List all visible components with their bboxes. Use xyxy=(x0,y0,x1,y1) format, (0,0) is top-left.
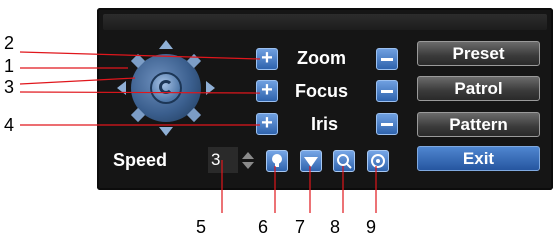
callout-line-2 xyxy=(19,51,261,60)
callout-7: 7 xyxy=(295,217,306,237)
callout-9: 9 xyxy=(366,217,377,237)
callout-2: 2 xyxy=(4,33,15,53)
callout-5: 5 xyxy=(196,217,207,237)
callout-line-3b xyxy=(19,91,261,94)
callout-4: 4 xyxy=(4,115,15,135)
callout-line-3a xyxy=(19,77,136,85)
callout-3: 3 xyxy=(4,77,15,97)
callout-6: 6 xyxy=(258,217,269,237)
callout-1: 1 xyxy=(4,56,15,76)
callout-lines xyxy=(19,51,377,213)
callout-8: 8 xyxy=(330,217,341,237)
